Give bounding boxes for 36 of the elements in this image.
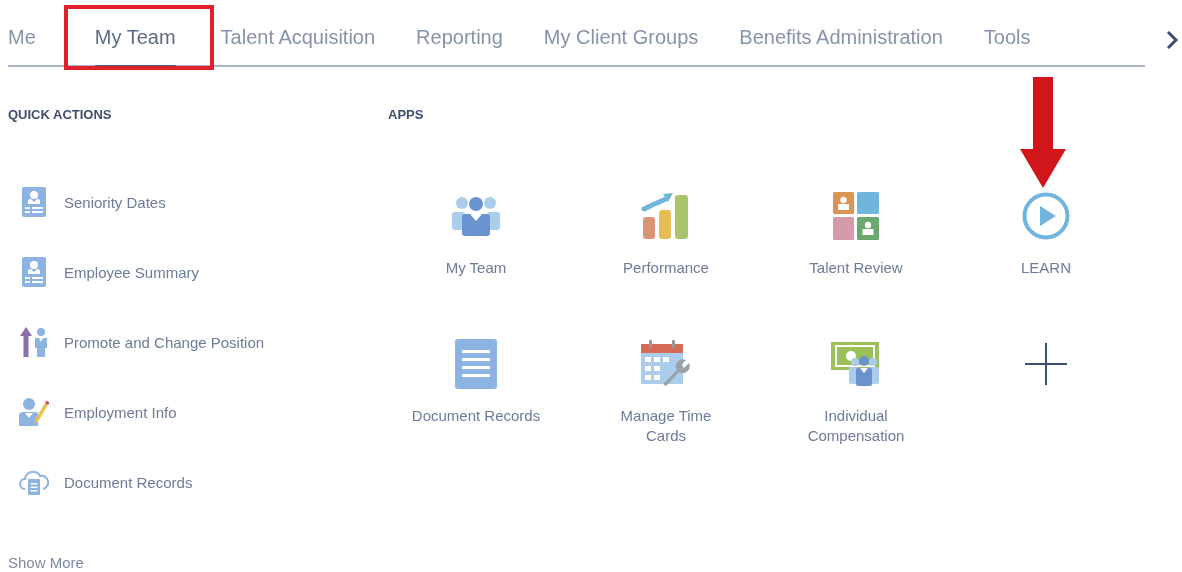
app-link[interactable]: My Team: [411, 258, 541, 278]
add-icon[interactable]: [1025, 343, 1067, 385]
app-link[interactable]: Talent Review: [791, 258, 921, 278]
app-link[interactable]: Performance: [601, 258, 731, 278]
app-link[interactable]: Manage Time Cards: [601, 406, 731, 446]
down-arrow-icon: [1019, 77, 1067, 189]
nav-tab[interactable]: Talent Acquisition: [220, 0, 376, 67]
calendar-wrench-icon[interactable]: [641, 340, 691, 388]
quick-action-link[interactable]: Seniority Dates: [8, 167, 166, 237]
cloud-document-icon: [19, 469, 49, 495]
quick-action-link[interactable]: Document Records: [8, 447, 193, 517]
profile-grid-icon[interactable]: [833, 192, 879, 240]
quick-action-link[interactable]: Employment Info: [8, 377, 177, 447]
section-heading: APPS: [387, 106, 425, 124]
nav-tab[interactable]: My Client Groups: [543, 0, 699, 67]
money-people-icon[interactable]: [831, 342, 881, 386]
team-icon[interactable]: [451, 196, 501, 236]
app-link[interactable]: Document Records: [411, 406, 541, 426]
person-pencil-icon: [19, 398, 49, 426]
section-heading: QUICK ACTIONS: [8, 106, 113, 124]
nav-tab[interactable]: Tools: [983, 0, 1031, 67]
show-more-link[interactable]: Show More: [8, 554, 84, 571]
document-icon[interactable]: [455, 339, 497, 389]
play-icon[interactable]: [1022, 192, 1070, 240]
nav-tab[interactable]: Me: [8, 0, 36, 67]
nav-tab[interactable]: Benefits Administration: [739, 0, 943, 67]
app-link[interactable]: LEARN: [981, 258, 1111, 278]
promote-person-icon: [20, 327, 48, 357]
quick-action-link[interactable]: Employee Summary: [8, 237, 200, 307]
id-badge-icon: [22, 257, 46, 287]
id-badge-icon: [22, 187, 46, 217]
nav-tab[interactable]: My Team: [94, 0, 176, 67]
quick-action-link[interactable]: Promote and Change Position: [8, 307, 265, 377]
app-link[interactable]: Individual Compensation: [791, 406, 921, 446]
nav-tab[interactable]: Reporting: [416, 0, 503, 67]
bar-chart-arrow-icon[interactable]: [641, 193, 691, 239]
